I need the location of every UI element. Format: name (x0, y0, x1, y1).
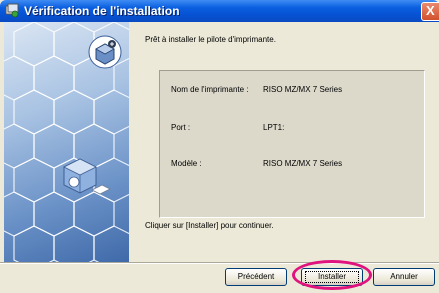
intro-text: Prêt à installer le pilote d'imprimante. (145, 35, 276, 44)
printer-details-box: Nom de l'imprimante : RISO MZ/MX 7 Serie… (159, 70, 425, 218)
install-verification-window: Vérification de l'installation X Prêt à … (0, 0, 439, 293)
printer-icon (88, 35, 122, 69)
close-icon: X (426, 3, 435, 18)
setup-banner (4, 22, 129, 262)
model-label: Modèle : (171, 159, 202, 168)
install-button[interactable]: Installer (301, 268, 363, 286)
continue-instruction: Cliquer sur [Installer] pour continuer. (145, 221, 274, 230)
close-button[interactable]: X (421, 2, 439, 21)
cube-icon (63, 158, 111, 195)
port-value: LPT1: (263, 123, 285, 132)
hexagon-pattern (4, 22, 129, 262)
printer-name-label: Nom de l'imprimante : (171, 85, 249, 94)
content-panel: Prêt à installer le pilote d'imprimante.… (129, 22, 435, 262)
install-focus-ring (305, 271, 359, 283)
cancel-button[interactable]: Annuler (373, 268, 435, 286)
printer-name-value: RISO MZ/MX 7 Series (263, 85, 343, 94)
setup-icon (5, 3, 19, 18)
title-bar[interactable]: Vérification de l'installation X (0, 0, 439, 22)
window-title: Vérification de l'installation (24, 4, 180, 18)
button-separator (0, 262, 439, 264)
port-label: Port : (171, 123, 191, 132)
model-value: RISO MZ/MX 7 Series (263, 159, 343, 168)
previous-button[interactable]: Précédent (225, 268, 287, 286)
